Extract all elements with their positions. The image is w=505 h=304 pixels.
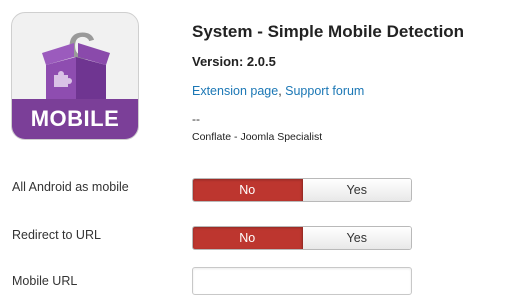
android-toggle[interactable]: No Yes: [192, 178, 412, 202]
author-text: Conflate - Joomla Specialist: [192, 131, 323, 143]
box-icon: C: [42, 26, 110, 101]
redirect-toggle[interactable]: No Yes: [192, 226, 412, 250]
redirect-yes-option[interactable]: Yes: [302, 227, 411, 249]
support-forum-link[interactable]: Support forum: [285, 84, 364, 98]
version-label: Version: 2.0.5: [192, 54, 276, 69]
redirect-label: Redirect to URL: [12, 228, 101, 242]
android-no-option[interactable]: No: [193, 179, 303, 201]
logo-text: MOBILE: [12, 99, 138, 139]
redirect-no-option[interactable]: No: [193, 227, 303, 249]
android-label: All Android as mobile: [12, 180, 129, 194]
page-title: System - Simple Mobile Detection: [192, 22, 465, 41]
mobile-url-label: Mobile URL: [12, 274, 78, 288]
android-yes-option[interactable]: Yes: [302, 179, 411, 201]
mobile-url-input[interactable]: [192, 267, 412, 295]
extension-logo: C MOBILE: [11, 12, 139, 140]
separator-dash: --: [192, 112, 200, 126]
extension-page-link[interactable]: Extension page: [192, 84, 278, 98]
links-row: Extension page, Support forum: [192, 84, 364, 98]
